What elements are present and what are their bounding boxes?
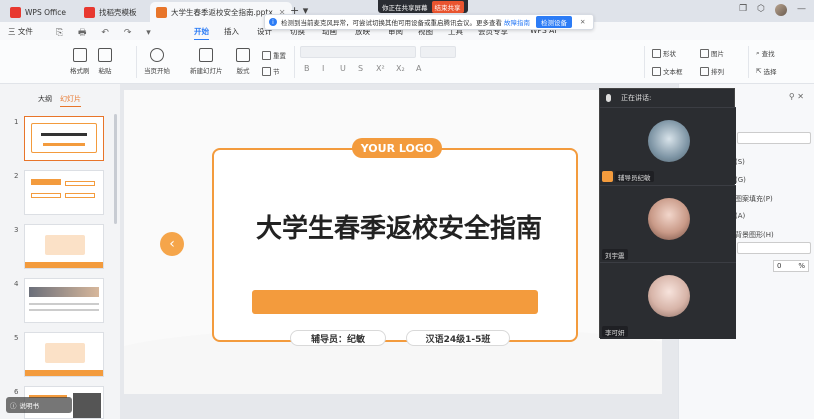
strikethrough-button[interactable]: S [358,64,363,73]
arrange-button[interactable]: 排列 [700,66,724,76]
share-banner: 你正在共享屏幕 结束共享 [378,0,468,13]
current-slide[interactable]: YOUR LOGO 大学生春季返校安全指南 辅导员：纪敏 汉语24级1-5班 [124,90,662,394]
manual-badge[interactable]: ⓘ 说明书 [6,397,72,413]
window-controls: ❐ ⬡ — [739,4,806,16]
brush-icon [72,48,87,62]
participant-tile[interactable]: 刘宇震 [600,185,736,262]
subtitle-bar [252,290,538,314]
participant-tile[interactable]: 辅导员纪敏 [600,107,736,184]
menu-insert[interactable]: 插入 [224,26,239,37]
avatar[interactable] [775,4,787,16]
mic-notice: i 检测到当前麦克风异常，可尝试切换其他可用设备或重启腾讯会议。更多查看 故障指… [264,14,594,30]
layout-icon [236,48,250,62]
paste-button[interactable]: 粘贴 [98,48,112,75]
font-family-select[interactable] [300,46,416,58]
shape-icon [652,48,661,58]
tab-slides[interactable]: 幻灯片 [60,94,81,107]
logo-placeholder: YOUR LOGO [352,138,442,158]
help-icon: ⓘ [10,402,17,410]
divider [748,46,749,78]
tab-templates[interactable]: 找稻壳模板 [78,2,143,22]
format-painter-button[interactable]: 格式刷 [70,48,90,75]
font-color-button[interactable]: A [416,64,421,73]
section-icon [262,66,271,76]
wps-logo-icon [10,6,21,18]
quick-access-icons[interactable]: ⎘ 🖶 ↶ ↷ ▾ [56,25,157,41]
counselor-chip: 辅导员：纪敏 [290,330,386,346]
reset-icon [262,50,271,60]
italic-button[interactable]: I [322,64,324,73]
template-icon [84,6,95,18]
participant-tile[interactable]: 李可妍 [600,262,736,339]
bold-button[interactable]: B [304,64,310,73]
info-icon: i [269,18,277,26]
slide-thumbnail-3[interactable] [24,224,104,269]
image-icon [700,48,709,58]
reset-button[interactable]: 重置 [262,50,286,60]
layout-button[interactable]: 版式 [236,48,250,75]
find-button[interactable]: ⌕ 查找 [756,48,775,59]
subscript-button[interactable]: X₂ [396,64,405,73]
font-size-select[interactable] [420,46,456,58]
ribbon: 格式刷 粘贴 当页开始 新建幻灯片 版式 重置 节 形状 图片 文本框 排列 ⌕… [0,40,814,84]
divider [294,46,295,78]
file-menu[interactable]: 三 文件 [8,26,33,37]
slide-thumbnail-1[interactable] [24,116,104,161]
tab-wps-office[interactable]: WPS Office [4,2,72,22]
play-current-button[interactable]: 当页开始 [144,48,170,75]
slide-thumbnail-4[interactable] [24,278,104,323]
pin-icon[interactable]: ⚲ ✕ [789,92,804,101]
slide-panel: 大纲 幻灯片 1 2 3 4 5 6 ⓘ 说明书 [0,84,120,419]
scrollbar[interactable] [114,114,117,224]
participant-avatar [648,198,690,240]
minimize-icon[interactable]: — [797,4,806,16]
troubleshoot-link[interactable]: 故障指南 [504,17,530,27]
slide-thumbnail-2[interactable] [24,170,104,215]
chevron-left-icon[interactable]: ‹ [160,232,184,256]
divider [644,46,645,78]
cube-icon[interactable]: ⬡ [757,4,765,16]
window-icon[interactable]: ❐ [739,4,747,16]
select-button[interactable]: ⇱ 选择 [756,66,776,76]
slide-thumbnail-5[interactable] [24,332,104,377]
superscript-button[interactable]: X² [376,64,385,73]
menu-home[interactable]: 开始 [194,26,209,41]
ppt-file-icon [156,6,167,18]
new-slide-icon [199,48,214,62]
search-icon: ⌕ [756,48,760,57]
end-share-button[interactable]: 结束共享 [431,0,464,13]
underline-button[interactable]: U [340,64,346,73]
new-slide-button[interactable]: 新建幻灯片 [190,48,223,75]
check-device-button[interactable]: 检测设备 [536,16,572,28]
close-icon[interactable]: ✕ [580,18,585,26]
participant-avatar [648,275,690,317]
speaking-header: 正在讲话: [600,89,736,107]
textbox-icon [652,66,661,76]
shape-button[interactable]: 形状 [652,48,676,58]
tab-outline[interactable]: 大纲 [38,94,52,104]
cursor-icon: ⇱ [756,67,762,75]
textbox-button[interactable]: 文本框 [652,66,683,76]
arrange-icon [700,66,709,76]
fill-select[interactable] [737,132,811,144]
divider [136,46,137,78]
transparency-input[interactable]: 0 % [773,260,809,272]
host-icon [602,171,613,182]
section-button[interactable]: 节 [262,66,280,76]
meeting-overlay: 正在讲话: 辅导员纪敏 刘宇震 李可妍 [599,88,736,339]
play-icon [150,48,164,62]
pattern-select[interactable] [737,242,811,254]
clipboard-icon [98,48,112,62]
slide-title[interactable]: 大学生春季返校安全指南 [234,208,564,245]
image-button[interactable]: 图片 [700,48,724,58]
participant-avatar [648,120,690,162]
microphone-icon [606,94,611,102]
class-chip: 汉语24级1-5班 [406,330,510,346]
